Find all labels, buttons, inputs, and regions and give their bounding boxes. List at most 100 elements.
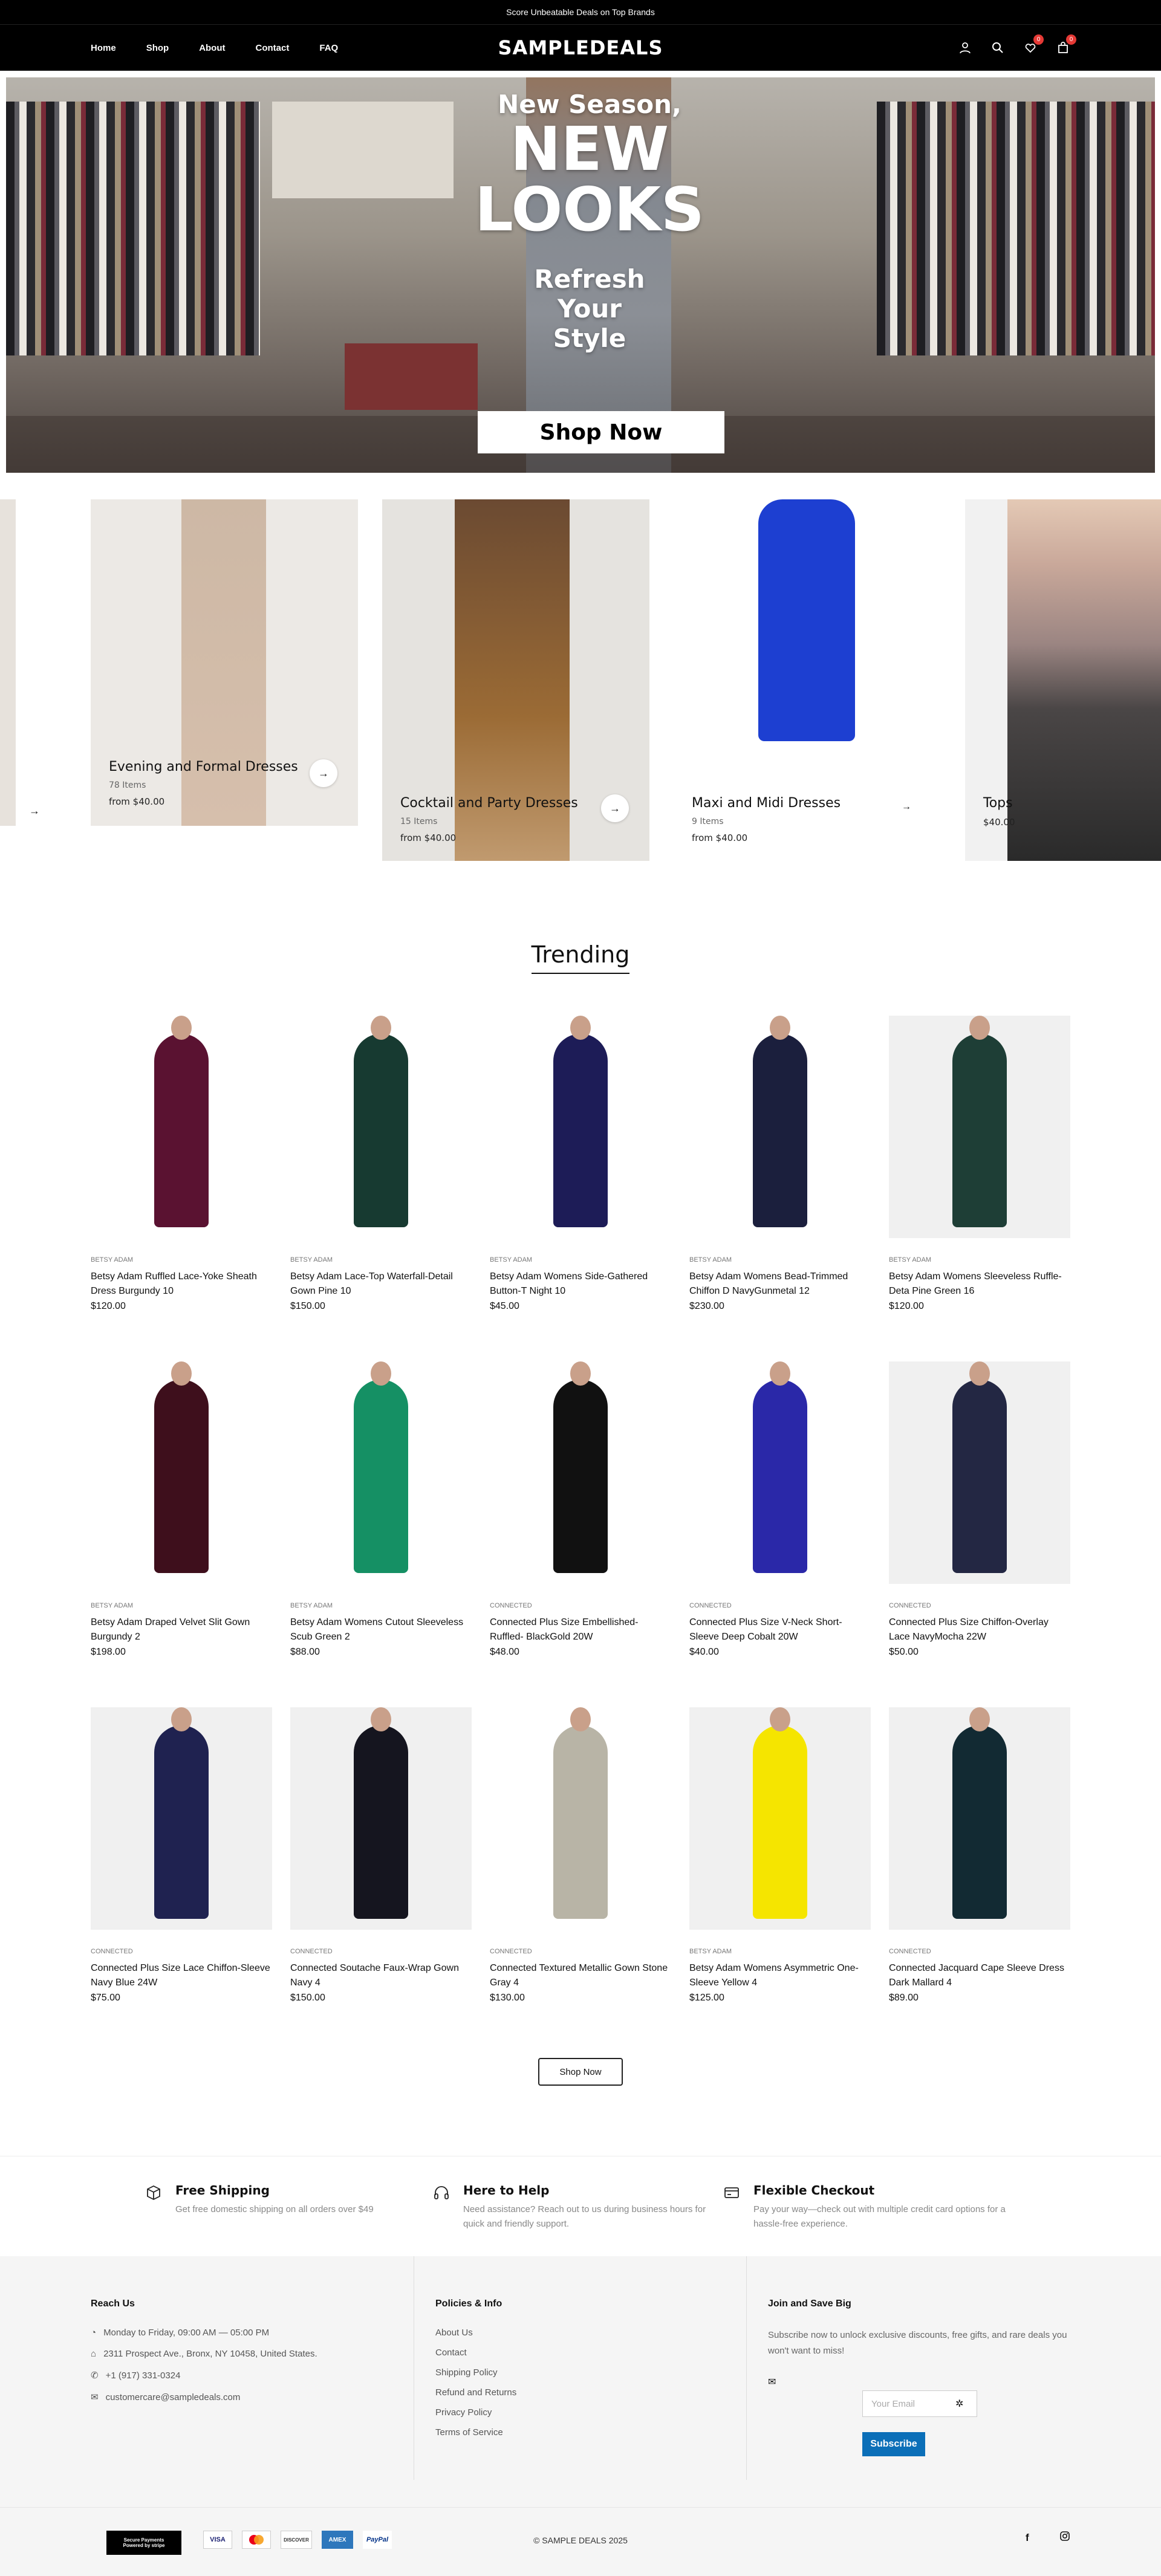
bag-icon[interactable]: 0 — [1056, 34, 1076, 55]
category-card[interactable]: Tops $40.00 — [965, 499, 1161, 861]
subscribe-button[interactable]: Subscribe — [862, 2432, 925, 2456]
category-card[interactable]: Maxi and Midi Dresses 9 Items from $40.0… — [674, 499, 941, 861]
footer-link-about[interactable]: About Us — [435, 2328, 516, 2338]
product-image[interactable] — [290, 1361, 472, 1584]
user-icon[interactable] — [958, 41, 972, 55]
arrow-right-icon[interactable]: → — [601, 794, 629, 822]
product-image[interactable] — [91, 1707, 272, 1930]
product-card[interactable]: CONNECTED Connected Plus Size Chiffon-Ove… — [889, 1361, 1070, 1658]
hero-shop-now-button[interactable]: Shop Now — [478, 411, 724, 453]
footer-hours: Monday to Friday, 09:00 AM — 05:00 PM — [103, 2328, 270, 2338]
product-image[interactable] — [689, 1707, 871, 1930]
product-price: $40.00 — [689, 1647, 719, 1657]
product-card[interactable]: BETSY ADAM Betsy Adam Womens Side-Gathere… — [490, 1016, 671, 1312]
product-name[interactable]: Connected Plus Size Embellished-Ruffled-… — [490, 1615, 671, 1644]
site-footer: Reach Us ◔ Monday to Friday, 09:00 AM — 0… — [0, 2256, 1161, 2507]
product-card[interactable]: BETSY ADAM Betsy Adam Draped Velvet Slit … — [91, 1361, 272, 1658]
product-name[interactable]: Betsy Adam Ruffled Lace-Yoke Sheath Dres… — [91, 1270, 272, 1299]
product-image[interactable] — [91, 1016, 272, 1238]
nav-shop[interactable]: Shop — [146, 43, 169, 53]
instagram-icon[interactable] — [1059, 2531, 1070, 2545]
model-head — [570, 1707, 591, 1731]
footer-link-terms[interactable]: Terms of Service — [435, 2427, 516, 2438]
nav-contact[interactable]: Contact — [256, 43, 290, 53]
product-name[interactable]: Betsy Adam Lace-Top Waterfall-Detail Gow… — [290, 1270, 472, 1299]
product-image[interactable] — [91, 1361, 272, 1584]
autofill-icon[interactable]: ✲ — [955, 2398, 963, 2410]
product-name[interactable]: Betsy Adam Womens Cutout Sleeveless Scub… — [290, 1615, 472, 1644]
product-image[interactable] — [290, 1016, 472, 1238]
product-brand: BETSY ADAM — [290, 1602, 333, 1609]
product-card[interactable]: BETSY ADAM Betsy Adam Womens Asymmetric O… — [689, 1707, 871, 2003]
product-name[interactable]: Betsy Adam Womens Bead-Trimmed Chiffon D… — [689, 1270, 871, 1299]
product-card[interactable]: CONNECTED Connected Plus Size V-Neck Shor… — [689, 1361, 871, 1658]
model-head — [770, 1707, 790, 1731]
facebook-icon[interactable]: f — [1026, 2532, 1029, 2544]
product-image[interactable] — [689, 1016, 871, 1238]
product-card[interactable]: BETSY ADAM Betsy Adam Womens Cutout Sleev… — [290, 1361, 472, 1658]
hero-line-5: Your — [557, 294, 622, 323]
product-brand: CONNECTED — [290, 1948, 333, 1955]
category-count: 9 Items — [692, 817, 724, 826]
category-image — [758, 499, 855, 741]
feature-title: Here to Help — [463, 2183, 550, 2198]
product-card[interactable]: BETSY ADAM Betsy Adam Womens Sleeveless R… — [889, 1016, 1070, 1312]
category-card[interactable]: Evening and Formal Dresses 78 Items from… — [91, 499, 358, 826]
product-name[interactable]: Connected Plus Size V-Neck Short-Sleeve … — [689, 1615, 871, 1644]
product-name[interactable]: Connected Plus Size Lace Chiffon-Sleeve … — [91, 1961, 272, 1990]
product-name[interactable]: Connected Soutache Faux-Wrap Gown Navy 4 — [290, 1961, 472, 1990]
footer-link-contact[interactable]: Contact — [435, 2347, 516, 2358]
footer-link-refund[interactable]: Refund and Returns — [435, 2387, 516, 2398]
category-info: Cocktail and Party Dresses 15 Items from… — [400, 796, 578, 843]
product-card[interactable]: CONNECTED Connected Textured Metallic Gow… — [490, 1707, 671, 2003]
product-card[interactable]: CONNECTED Connected Jacquard Cape Sleeve … — [889, 1707, 1070, 2003]
product-name[interactable]: Connected Jacquard Cape Sleeve Dress Dar… — [889, 1961, 1070, 1990]
product-card[interactable]: CONNECTED Connected Plus Size Lace Chiffo… — [91, 1707, 272, 2003]
nav-home[interactable]: Home — [91, 43, 116, 53]
product-image[interactable] — [689, 1361, 871, 1584]
footer-link-privacy[interactable]: Privacy Policy — [435, 2407, 516, 2418]
product-card[interactable]: BETSY ADAM Betsy Adam Womens Bead-Trimmed… — [689, 1016, 871, 1312]
product-name[interactable]: Betsy Adam Womens Sleeveless Ruffle-Deta… — [889, 1270, 1070, 1299]
arrow-right-icon[interactable]: → — [310, 759, 337, 787]
product-name[interactable]: Connected Textured Metallic Gown Stone G… — [490, 1961, 671, 1990]
site-logo[interactable]: SAMPLEDEALS — [498, 36, 663, 59]
dress-silhouette — [553, 1380, 608, 1573]
footer-email[interactable]: customercare@sampledeals.com — [106, 2392, 241, 2402]
dress-silhouette — [753, 1725, 807, 1919]
category-name: Evening and Formal Dresses — [109, 759, 298, 774]
model-head — [171, 1361, 192, 1386]
search-icon[interactable] — [990, 41, 1005, 55]
product-price: $230.00 — [689, 1301, 724, 1311]
product-name[interactable]: Connected Plus Size Chiffon-Overlay Lace… — [889, 1615, 1070, 1644]
product-image[interactable] — [490, 1361, 671, 1584]
footer-link-shipping[interactable]: Shipping Policy — [435, 2367, 516, 2378]
product-image[interactable] — [889, 1016, 1070, 1238]
nav-about[interactable]: About — [199, 43, 225, 53]
product-brand: CONNECTED — [889, 1948, 931, 1955]
trending-shop-now-button[interactable]: Shop Now — [538, 2058, 623, 2086]
product-image[interactable] — [490, 1707, 671, 1930]
product-name[interactable]: Betsy Adam Womens Side-Gathered Button-T… — [490, 1270, 671, 1299]
footer-phone[interactable]: +1 (917) 331-0324 — [106, 2370, 181, 2381]
product-image[interactable] — [889, 1707, 1070, 1930]
product-name[interactable]: Betsy Adam Womens Asymmetric One-Sleeve … — [689, 1961, 871, 1990]
product-card[interactable]: CONNECTED Connected Plus Size Embellished… — [490, 1361, 671, 1658]
product-name[interactable]: Betsy Adam Draped Velvet Slit Gown Burgu… — [91, 1615, 272, 1644]
product-card[interactable]: CONNECTED Connected Soutache Faux-Wrap Go… — [290, 1707, 472, 2003]
product-image[interactable] — [889, 1361, 1070, 1584]
product-card[interactable]: BETSY ADAM Betsy Adam Lace-Top Waterfall-… — [290, 1016, 472, 1312]
model-head — [371, 1361, 391, 1386]
product-brand: CONNECTED — [490, 1602, 532, 1609]
product-image[interactable] — [290, 1707, 472, 1930]
arrow-right-icon[interactable]: → — [902, 802, 911, 813]
product-card[interactable]: BETSY ADAM Betsy Adam Ruffled Lace-Yoke S… — [91, 1016, 272, 1312]
announcement-text: Score Unbeatable Deals on Top Brands — [506, 7, 655, 17]
product-brand: BETSY ADAM — [91, 1602, 134, 1609]
heart-icon[interactable]: 0 — [1023, 34, 1044, 55]
product-image[interactable] — [490, 1016, 671, 1238]
nav-faq[interactable]: FAQ — [319, 43, 338, 53]
category-card[interactable]: Cocktail and Party Dresses 15 Items from… — [382, 499, 649, 861]
dress-silhouette — [154, 1034, 209, 1227]
prev-arrow-icon[interactable]: → — [29, 805, 40, 817]
